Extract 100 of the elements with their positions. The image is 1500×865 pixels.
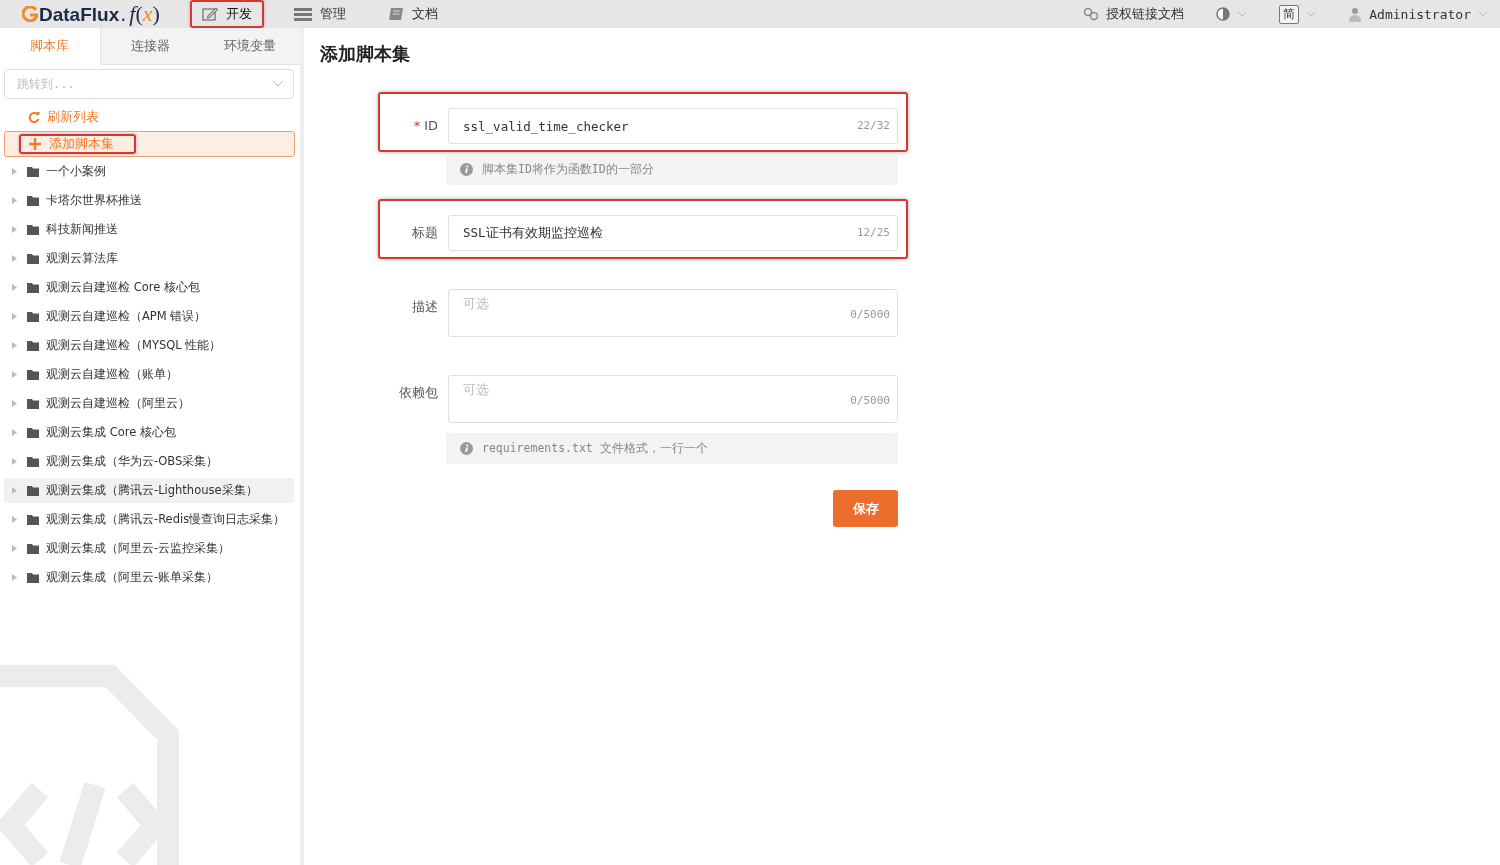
refresh-icon: [28, 111, 40, 123]
tree-item[interactable]: 观测云算法库: [4, 246, 294, 271]
tree-item-label: 观测云自建巡检（阿里云）: [46, 396, 190, 411]
tree-item[interactable]: 观测云自建巡检 Core 核心包: [4, 275, 294, 300]
tree-item[interactable]: 观测云自建巡检（阿里云）: [4, 391, 294, 416]
nav-label: 开发: [225, 5, 252, 23]
caret-right-icon: [12, 197, 17, 204]
folder-icon: [27, 456, 39, 467]
caret-right-icon: [12, 342, 17, 349]
caret-right-icon: [12, 516, 17, 523]
user-icon: [1348, 6, 1363, 22]
language-badge: 简: [1279, 4, 1300, 24]
folder-icon: [27, 340, 39, 351]
character-count: 0/5000: [850, 308, 890, 321]
tree-item-label: 观测云集成（阿里云-云监控采集）: [46, 541, 231, 556]
theme-dropdown[interactable]: [1216, 7, 1248, 21]
character-count: 22/32: [856, 119, 890, 132]
nav-menu-item[interactable]: 文档: [375, 0, 450, 28]
half-circle-icon: [1216, 7, 1231, 21]
folder-icon: [27, 369, 39, 380]
tree-item[interactable]: 观测云自建巡检（账单）: [4, 362, 294, 387]
folder-icon: [27, 398, 39, 409]
tree-item[interactable]: 科技新闻推送: [4, 217, 294, 242]
folder-icon: [27, 311, 39, 322]
folder-icon: [27, 572, 39, 583]
info-icon: [460, 442, 473, 455]
hint-text: requirements.txt 文件格式，一行一个: [482, 441, 708, 456]
logo-dot: .: [120, 3, 127, 25]
user-dropdown[interactable]: Administrator: [1348, 6, 1488, 22]
field-label: 标题: [412, 224, 438, 242]
caret-right-icon: [12, 226, 17, 233]
pencil-square-icon: [201, 7, 218, 21]
tree-item[interactable]: 观测云集成 Core 核心包: [4, 420, 294, 445]
hint-text: 脚本集ID将作为函数ID的一部分: [482, 162, 654, 177]
sidebar-tab[interactable]: 环境变量: [200, 28, 300, 65]
tree-item-label: 卡塔尔世界杯推送: [46, 193, 142, 208]
caret-right-icon: [12, 545, 17, 552]
nav-label: 文档: [411, 5, 438, 23]
logo-text: DataFlux: [39, 4, 120, 26]
field-label: ID: [424, 117, 438, 135]
chevron-down-icon: [272, 80, 284, 87]
tree-item[interactable]: 观测云集成（阿里云-云监控采集）: [4, 536, 294, 561]
logo-formula: f(x): [129, 1, 160, 27]
tree-item-label: 观测云算法库: [46, 251, 118, 266]
book-icon: [387, 7, 404, 21]
plus-icon: [29, 138, 41, 150]
nav-menu-item[interactable]: 开发: [189, 0, 264, 28]
tree-item-label: 观测云集成（腾讯云-Lighthouse采集）: [46, 483, 258, 498]
tree-item[interactable]: 观测云集成（华为云-OBS采集）: [4, 449, 294, 474]
tree-item[interactable]: 观测云自建巡检（MYSQL 性能）: [4, 333, 294, 358]
caret-right-icon: [12, 255, 17, 262]
tree-item-label: 观测云集成（腾讯云-Redis慢查询日志采集）: [46, 512, 286, 527]
caret-right-icon: [12, 400, 17, 407]
sidebar-tab[interactable]: 连接器: [100, 28, 201, 65]
tree-item-label: 观测云自建巡检（APM 错误）: [46, 309, 207, 324]
folder-icon: [27, 485, 39, 496]
tree-item[interactable]: 观测云集成（腾讯云-Lighthouse采集）: [4, 478, 294, 503]
tree-item-label: 观测云自建巡检（账单）: [46, 367, 178, 382]
folder-icon: [27, 514, 39, 525]
folder-icon: [27, 224, 39, 235]
tree-item[interactable]: 卡塔尔世界杯推送: [4, 188, 294, 213]
link-icon: [1083, 7, 1100, 21]
tree-item-label: 观测云自建巡检 Core 核心包: [46, 280, 200, 295]
auth-link-label: 授权链接文档: [1106, 5, 1185, 23]
folder-icon: [27, 543, 39, 554]
character-count: 12/25: [856, 226, 890, 239]
character-count: 0/5000: [850, 394, 890, 407]
caret-right-icon: [12, 429, 17, 436]
user-name: Administrator: [1369, 6, 1471, 22]
field-label: 描述: [412, 298, 438, 316]
caret-right-icon: [12, 371, 17, 378]
chevron-down-icon: [1237, 11, 1248, 17]
tree-item[interactable]: 观测云自建巡检（APM 错误）: [4, 304, 294, 329]
jump-select[interactable]: 跳转到...: [4, 69, 294, 99]
tree-item[interactable]: 一个小案例: [4, 159, 294, 184]
g-logo-icon: [22, 6, 38, 22]
tree-item-label: 观测云自建巡检（MYSQL 性能）: [46, 338, 222, 353]
tree-item-label: 一个小案例: [46, 164, 106, 179]
add-script-set-label: 添加脚本集: [49, 135, 114, 153]
chevron-down-icon: [1306, 11, 1317, 17]
folder-icon: [27, 282, 39, 293]
folder-icon: [27, 195, 39, 206]
tree-item-label: 观测云集成（华为云-OBS采集）: [46, 454, 219, 469]
page-title: 添加脚本集: [320, 42, 411, 66]
tree-item[interactable]: 观测云集成（阿里云-账单采集）: [4, 565, 294, 590]
required-asterisk: *: [413, 117, 421, 135]
tree-item[interactable]: 观测云集成（腾讯云-Redis慢查询日志采集）: [4, 507, 294, 532]
auth-link[interactable]: 授权链接文档: [1083, 5, 1185, 23]
info-icon: [460, 163, 473, 176]
field-label: 依赖包: [399, 384, 438, 402]
folder-icon: [27, 166, 39, 177]
tree-item-label: 观测云集成（阿里云-账单采集）: [46, 570, 219, 585]
chevron-down-icon: [1478, 11, 1488, 17]
nav-menu-item[interactable]: 管理: [281, 0, 358, 28]
caret-right-icon: [12, 574, 17, 581]
caret-right-icon: [12, 168, 17, 175]
caret-right-icon: [12, 487, 17, 494]
caret-right-icon: [12, 313, 17, 320]
tree-item-label: 观测云集成 Core 核心包: [46, 425, 176, 440]
language-dropdown[interactable]: 简: [1279, 4, 1317, 24]
